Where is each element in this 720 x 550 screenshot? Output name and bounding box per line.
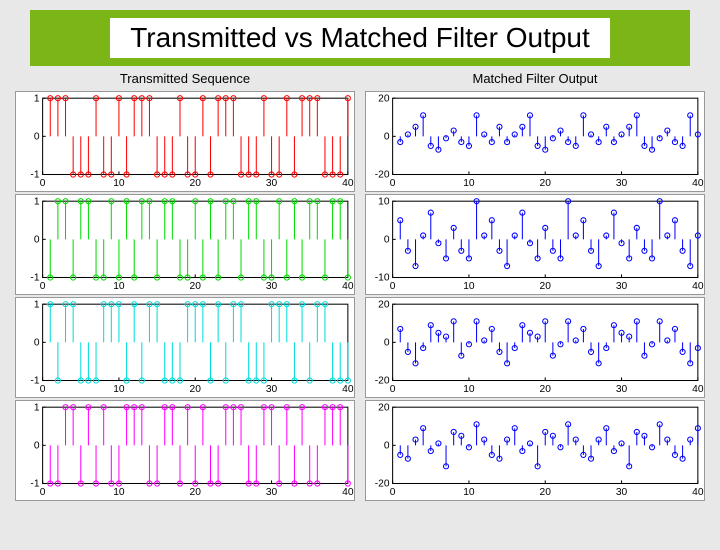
svg-text:40: 40 (692, 178, 704, 189)
svg-text:-10: -10 (375, 273, 390, 284)
svg-text:0: 0 (384, 131, 390, 142)
page-title: Transmitted vs Matched Filter Output (110, 18, 610, 58)
svg-text:0: 0 (390, 178, 396, 189)
svg-text:30: 30 (616, 178, 628, 189)
svg-text:0: 0 (390, 384, 396, 395)
svg-text:10: 10 (463, 281, 475, 292)
svg-text:-1: -1 (30, 273, 39, 284)
svg-text:20: 20 (378, 299, 390, 310)
svg-text:0: 0 (34, 234, 40, 245)
svg-text:1: 1 (34, 299, 40, 310)
svg-text:-20: -20 (375, 170, 390, 181)
svg-text:-1: -1 (30, 376, 39, 387)
svg-text:30: 30 (266, 384, 278, 395)
svg-text:0: 0 (34, 440, 40, 451)
svg-text:20: 20 (190, 178, 202, 189)
svg-text:1: 1 (34, 196, 40, 207)
svg-text:10: 10 (113, 281, 125, 292)
svg-text:-1: -1 (30, 170, 39, 181)
svg-text:40: 40 (342, 178, 354, 189)
svg-text:20: 20 (190, 384, 202, 395)
stem-panel: -101010203040 (15, 194, 355, 295)
page-title-bar: Transmitted vs Matched Filter Output (30, 10, 690, 66)
svg-text:10: 10 (113, 384, 125, 395)
svg-text:0: 0 (390, 487, 396, 498)
chart-grid: Transmitted Sequence Matched Filter Outp… (0, 71, 720, 511)
stem-panel: -10010010203040 (365, 194, 705, 295)
svg-text:20: 20 (540, 281, 552, 292)
svg-text:10: 10 (378, 196, 390, 207)
svg-text:20: 20 (540, 487, 552, 498)
svg-text:-1: -1 (30, 479, 39, 490)
svg-text:30: 30 (616, 384, 628, 395)
stem-panel: -20020010203040 (365, 297, 705, 398)
svg-text:0: 0 (384, 440, 390, 451)
svg-text:0: 0 (384, 337, 390, 348)
svg-text:40: 40 (342, 281, 354, 292)
svg-text:20: 20 (378, 402, 390, 413)
svg-text:0: 0 (40, 178, 46, 189)
svg-text:0: 0 (40, 281, 46, 292)
svg-text:1: 1 (34, 402, 40, 413)
svg-text:0: 0 (40, 384, 46, 395)
stem-panel: -101010203040 (15, 400, 355, 501)
svg-text:30: 30 (266, 487, 278, 498)
svg-text:30: 30 (616, 281, 628, 292)
svg-text:30: 30 (266, 281, 278, 292)
svg-text:10: 10 (463, 178, 475, 189)
svg-text:10: 10 (113, 178, 125, 189)
stem-panel: -20020010203040 (365, 91, 705, 192)
svg-text:10: 10 (463, 487, 475, 498)
svg-text:10: 10 (463, 384, 475, 395)
col-title-left: Transmitted Sequence (15, 71, 355, 89)
svg-text:0: 0 (34, 131, 40, 142)
stem-panel: -101010203040 (15, 297, 355, 398)
svg-text:40: 40 (692, 384, 704, 395)
svg-text:40: 40 (692, 487, 704, 498)
svg-text:40: 40 (342, 487, 354, 498)
svg-text:10: 10 (113, 487, 125, 498)
svg-text:40: 40 (342, 384, 354, 395)
svg-text:40: 40 (692, 281, 704, 292)
svg-text:20: 20 (190, 281, 202, 292)
svg-text:-20: -20 (375, 376, 390, 387)
svg-text:1: 1 (34, 93, 40, 104)
stem-panel: -101010203040 (15, 91, 355, 192)
svg-text:20: 20 (378, 93, 390, 104)
col-title-right: Matched Filter Output (365, 71, 705, 89)
svg-text:30: 30 (616, 487, 628, 498)
svg-text:30: 30 (266, 178, 278, 189)
svg-text:20: 20 (540, 384, 552, 395)
svg-text:20: 20 (190, 487, 202, 498)
svg-text:20: 20 (540, 178, 552, 189)
svg-text:0: 0 (390, 281, 396, 292)
svg-text:0: 0 (384, 234, 390, 245)
stem-panel: -20020010203040 (365, 400, 705, 501)
svg-text:0: 0 (34, 337, 40, 348)
svg-text:0: 0 (40, 487, 46, 498)
svg-text:-20: -20 (375, 479, 390, 490)
